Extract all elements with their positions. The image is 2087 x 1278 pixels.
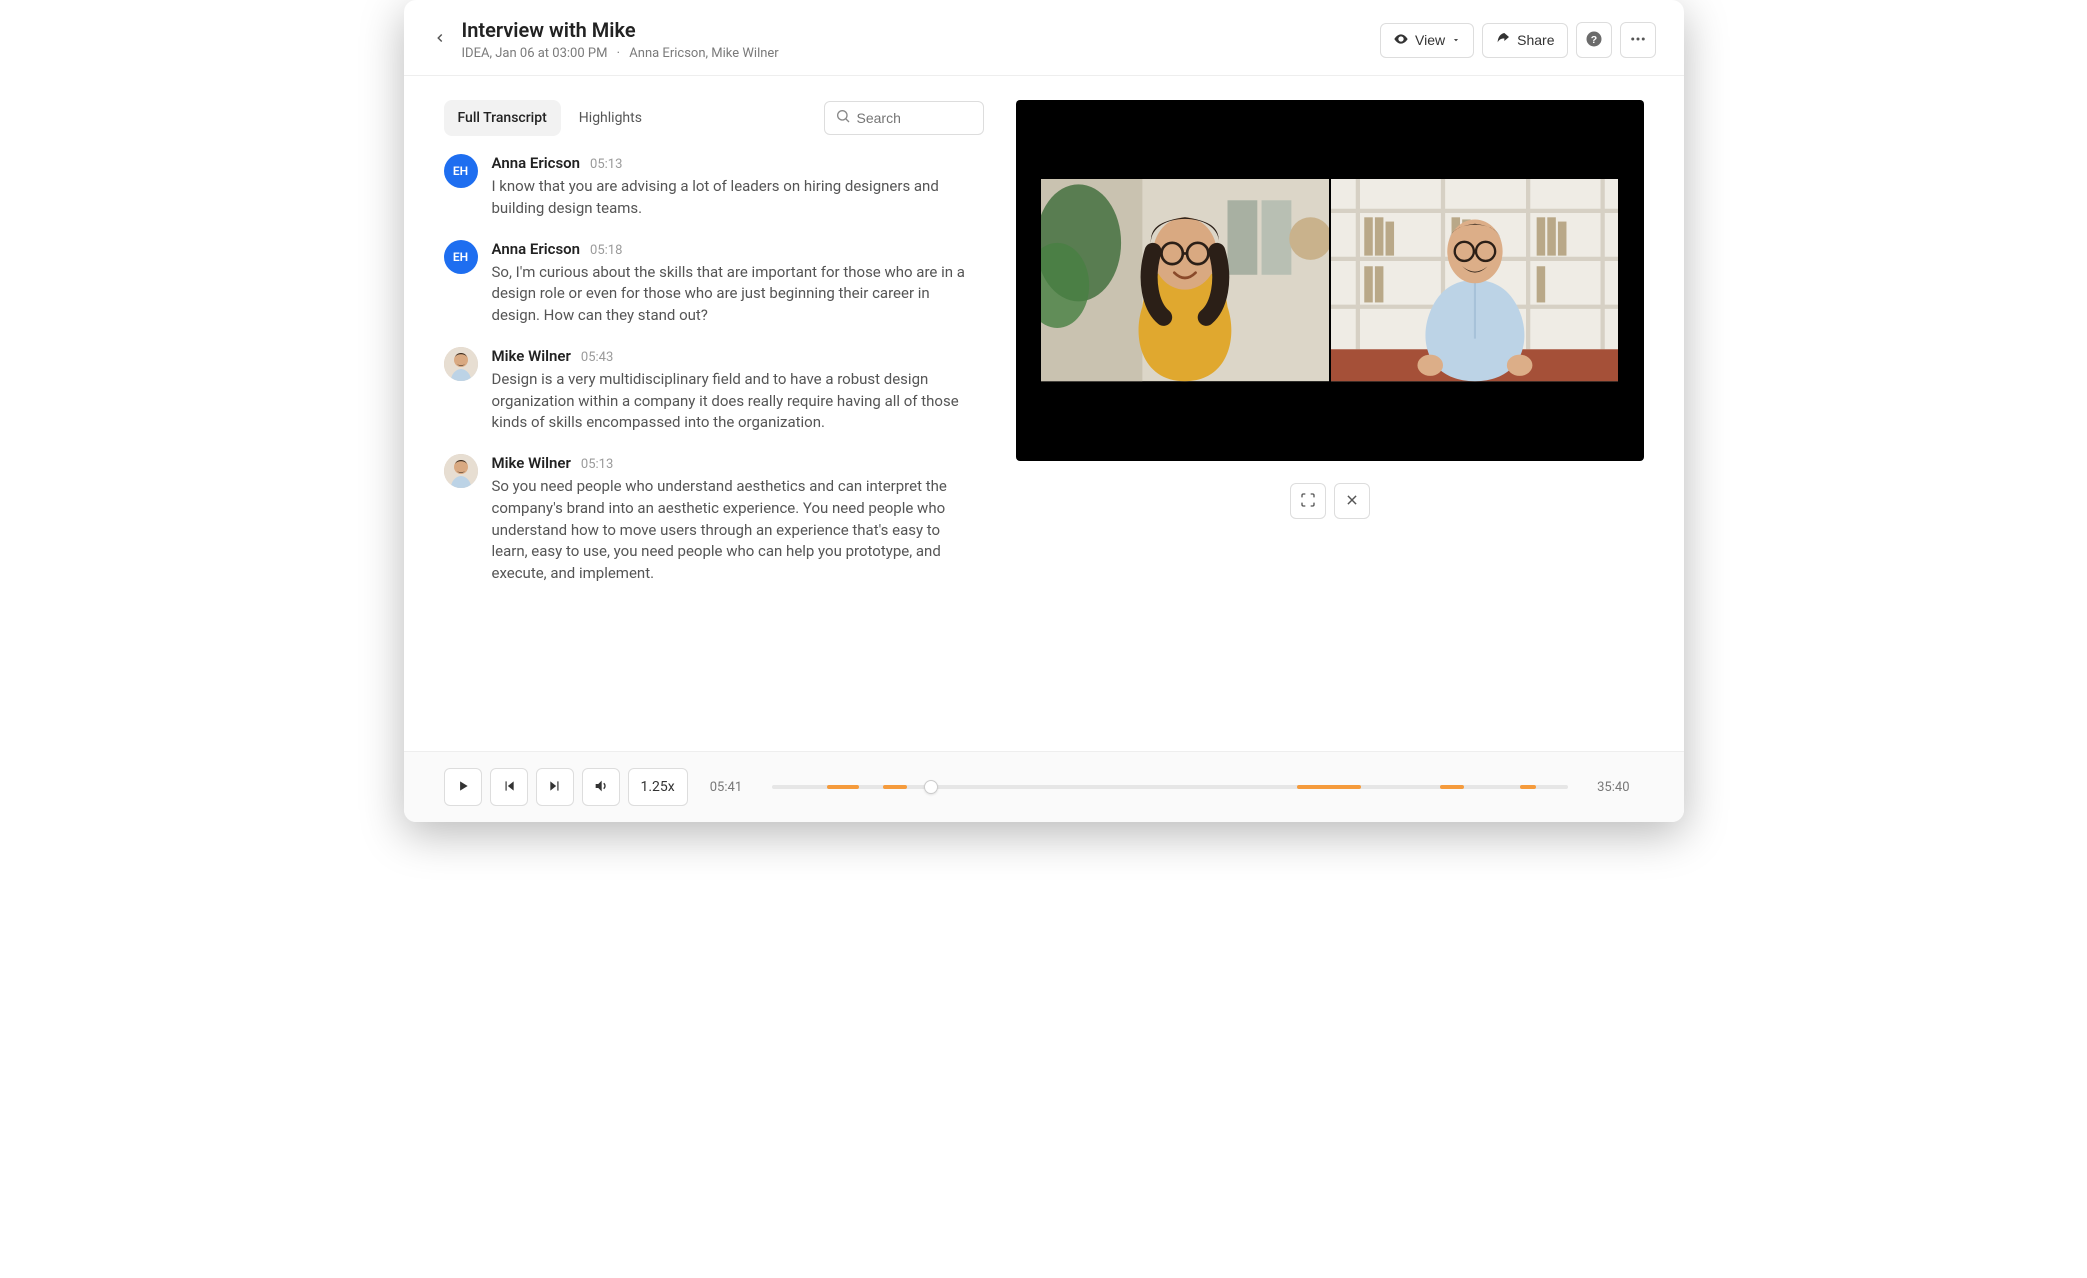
volume-icon [593,778,609,797]
help-icon: ? [1585,30,1603,51]
timestamp[interactable]: 05:43 [581,350,613,365]
transcript-list[interactable]: EH Anna Ericson 05:13 I know that you are a… [444,154,984,751]
timestamp[interactable]: 05:13 [581,457,613,472]
video-tile-anna [1041,179,1329,381]
transcript-entry[interactable]: Mike Wilner 05:13 So you need people who u… [444,454,966,585]
play-button[interactable] [444,768,482,806]
meta-participants: Anna Ericson, Mike Wilner [629,46,778,61]
skip-next-icon [548,779,562,796]
help-button[interactable]: ? [1576,22,1612,58]
search-box[interactable] [824,101,984,135]
highlight-segment[interactable] [827,785,859,789]
search-input[interactable] [857,110,957,126]
page-meta: IDEA, Jan 06 at 03:00 PM · Anna Ericson,… [462,46,1381,61]
speaker-name: Anna Ericson [492,240,581,258]
view-button-label: View [1415,32,1445,48]
playhead[interactable] [924,780,938,794]
back-button[interactable] [426,24,454,52]
tab-highlights[interactable]: Highlights [565,100,656,136]
tab-full-transcript[interactable]: Full Transcript [444,100,561,136]
prev-button[interactable] [490,768,528,806]
avatar [444,347,478,381]
more-button[interactable] [1620,22,1656,58]
next-button[interactable] [536,768,574,806]
chevron-down-icon [1451,32,1461,48]
transcript-entry[interactable]: EH Anna Ericson 05:18 So, I'm curious about… [444,240,966,327]
highlight-segment[interactable] [883,785,907,789]
view-button[interactable]: View [1380,23,1474,58]
svg-text:?: ? [1590,33,1596,45]
close-icon [1345,493,1359,510]
meta-datetime: Jan 06 at 03:00 PM [495,46,607,61]
more-icon [1629,30,1647,51]
skip-previous-icon [502,779,516,796]
share-icon [1495,31,1511,50]
avatar: EH [444,154,478,188]
play-icon [456,779,470,796]
highlight-segment[interactable] [1440,785,1464,789]
video-player[interactable] [1016,100,1644,461]
expand-video-button[interactable] [1290,483,1326,519]
time-current: 05:41 [710,780,750,795]
meta-project: IDEA [462,46,490,61]
transcript-text[interactable]: So you need people who understand aesthe… [492,476,966,585]
search-icon [835,108,851,128]
time-total: 35:40 [1590,780,1630,795]
speaker-name: Mike Wilner [492,454,571,472]
transcript-text[interactable]: So, I'm curious about the skills that ar… [492,262,966,327]
transcript-text[interactable]: I know that you are advising a lot of le… [492,176,966,220]
close-video-button[interactable] [1334,483,1370,519]
avatar [444,454,478,488]
timestamp[interactable]: 05:13 [590,157,622,172]
speaker-name: Mike Wilner [492,347,571,365]
share-button[interactable]: Share [1482,23,1567,58]
timeline[interactable] [772,777,1568,797]
eye-icon [1393,31,1409,50]
video-tile-mike [1331,179,1619,381]
highlight-segment[interactable] [1520,785,1536,789]
volume-button[interactable] [582,768,620,806]
speaker-name: Anna Ericson [492,154,581,172]
highlight-segment[interactable] [1297,785,1361,789]
avatar: EH [444,240,478,274]
playback-speed[interactable]: 1.25x [628,768,688,806]
transcript-text[interactable]: Design is a very multidisciplinary field… [492,369,966,434]
transcript-entry[interactable]: EH Anna Ericson 05:13 I know that you are a… [444,154,966,220]
page-title: Interview with Mike [462,18,1381,42]
expand-icon [1300,492,1316,511]
share-button-label: Share [1517,32,1554,48]
transcript-entry[interactable]: Mike Wilner 05:43 Design is a very multidi… [444,347,966,434]
timestamp[interactable]: 05:18 [590,243,622,258]
